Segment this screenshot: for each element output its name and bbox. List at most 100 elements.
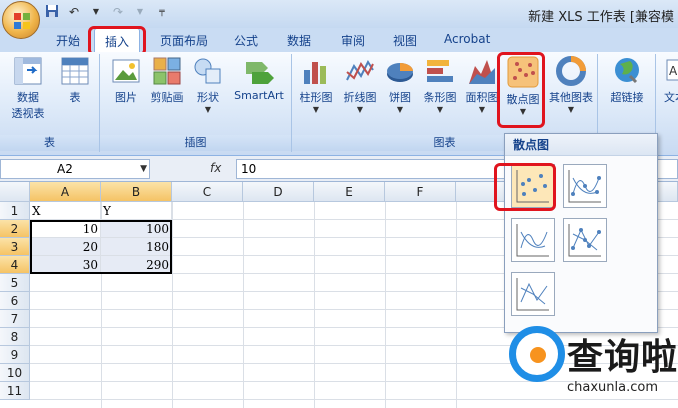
row-header-4[interactable]: 4 [0,256,30,274]
scatter-smooth-markers-icon [568,170,601,203]
group-illustrations: 图片 剪贴画 形状 ▼ SmartArt 插图 [100,54,292,152]
scatter-straight-lines-option[interactable] [511,272,555,316]
area-chart-button[interactable]: 面积图 ▼ [462,56,502,114]
text-box-icon: A [666,59,678,81]
watermark-logo-icon [509,326,565,382]
name-box-dropdown-icon[interactable]: ▼ [140,160,147,178]
scatter-smooth-lines-markers-option[interactable] [563,164,607,208]
cell-a1[interactable]: X [30,202,101,220]
group-tables: 数据 透视表 表 表 [0,54,100,152]
cell-a4[interactable]: 30 [30,256,101,274]
column-chart-button[interactable]: 柱形图 ▼ [294,56,338,114]
scatter-chart-label: 散点图 [506,93,540,106]
undo-icon[interactable]: ↶ [66,4,82,20]
tab-insert[interactable]: 插入 [94,28,141,52]
scatter-smooth-lines-option[interactable] [511,218,555,262]
bar-chart-dropdown-icon: ▼ [436,105,444,114]
table-icon [61,57,89,85]
cell-b4[interactable]: 290 [101,256,172,274]
office-button[interactable] [2,1,40,39]
tab-acrobat[interactable]: Acrobat [444,32,490,46]
name-box-value: A2 [57,162,73,176]
area-chart-icon [469,60,495,84]
row-header-8[interactable]: 8 [0,328,30,346]
row-header-7[interactable]: 7 [0,310,30,328]
column-header-c[interactable]: C [172,182,243,202]
row-header-10[interactable]: 10 [0,364,30,382]
row-header-9[interactable]: 9 [0,346,30,364]
group-label-tables: 表 [0,135,99,151]
row-header-5[interactable]: 5 [0,274,30,292]
title-bar: ↶ ▼ ↷ ▼ ╤ 新建 XLS 工作表 [兼容模 [0,0,678,28]
scatter-straight-lines-icon [516,278,549,311]
scatter-straight-markers-icon [568,224,601,257]
cell-b1[interactable]: Y [101,202,172,220]
pie-chart-dropdown-icon: ▼ [396,105,404,114]
hyperlink-button[interactable]: 超链接 [604,56,650,105]
pie-chart-button[interactable]: 饼图 ▼ [382,56,418,114]
scatter-chart-dropdown-icon: ▼ [519,107,527,116]
insert-function-icon[interactable]: fx [210,161,221,175]
customize-qat-icon[interactable]: ╤ [154,4,170,20]
select-all-corner[interactable] [0,182,30,202]
cell-b2[interactable]: 100 [101,220,172,238]
tab-home[interactable]: 开始 [56,32,80,49]
table-label: 表 [69,91,81,104]
undo-dropdown-icon[interactable]: ▼ [88,4,104,20]
bar-chart-button[interactable]: 条形图 ▼ [418,56,462,114]
cell-a3[interactable]: 20 [30,238,101,256]
clipart-button[interactable]: 剪贴画 [146,56,188,105]
other-charts-icon [556,56,586,86]
picture-button[interactable]: 图片 [108,56,144,105]
row-header-1[interactable]: 1 [0,202,30,220]
smartart-button[interactable]: SmartArt [228,56,290,102]
globe-icon [615,58,639,84]
picture-label: 图片 [115,91,137,104]
other-charts-label: 其他图表 [549,91,593,104]
pie-chart-label: 饼图 [389,91,411,104]
column-chart-icon [304,62,326,84]
cell-a2[interactable]: 10 [30,220,101,238]
line-chart-label: 折线图 [343,91,377,104]
column-header-a[interactable]: A [30,182,101,202]
tab-page-layout[interactable]: 页面布局 [160,32,208,49]
column-header-e[interactable]: E [314,182,385,202]
scatter-smooth-lines-icon [516,224,549,257]
line-chart-button[interactable]: 折线图 ▼ [338,56,382,114]
row-header-3[interactable]: 3 [0,238,30,256]
tab-review[interactable]: 审阅 [341,32,365,49]
scatter-straight-lines-markers-option[interactable] [563,218,607,262]
row-header-6[interactable]: 6 [0,292,30,310]
other-charts-button[interactable]: 其他图表 ▼ [546,56,596,114]
pivot-table-button[interactable]: 数据 透视表 [6,56,50,121]
text-label: 文本 [664,91,678,104]
quick-access-toolbar: ↶ ▼ ↷ ▼ ╤ [44,4,170,20]
line-chart-icon [346,59,374,81]
hyperlink-label: 超链接 [610,91,644,104]
office-logo-icon [14,13,30,29]
cell-b3[interactable]: 180 [101,238,172,256]
pivot-table-label-2: 透视表 [11,107,45,120]
column-header-b[interactable]: B [101,182,172,202]
group-label-illustrations: 插图 [100,135,291,151]
tab-view[interactable]: 视图 [393,32,417,49]
redo-dropdown-icon[interactable]: ▼ [132,4,148,20]
redo-icon[interactable]: ↷ [110,4,126,20]
watermark: 查询啦 chaxunla.com [505,318,678,408]
save-icon[interactable] [44,4,60,20]
row-header-11[interactable]: 11 [0,382,30,400]
scatter-chart-button[interactable]: 散点图 ▼ [500,56,546,116]
scatter-markers-icon [516,170,549,203]
column-header-f[interactable]: F [385,182,456,202]
shapes-button[interactable]: 形状 ▼ [190,56,226,114]
tab-data[interactable]: 数据 [287,32,311,49]
row-header-2[interactable]: 2 [0,220,30,238]
scatter-markers-only-option[interactable] [511,164,555,208]
name-box[interactable]: A2 ▼ [0,159,150,179]
column-header-d[interactable]: D [243,182,314,202]
table-button[interactable]: 表 [58,56,92,105]
pivot-table-label-1: 数据 [17,91,39,104]
shapes-label: 形状 [197,91,219,104]
text-button[interactable]: A 文本 [660,56,678,105]
tab-formulas[interactable]: 公式 [234,32,258,49]
